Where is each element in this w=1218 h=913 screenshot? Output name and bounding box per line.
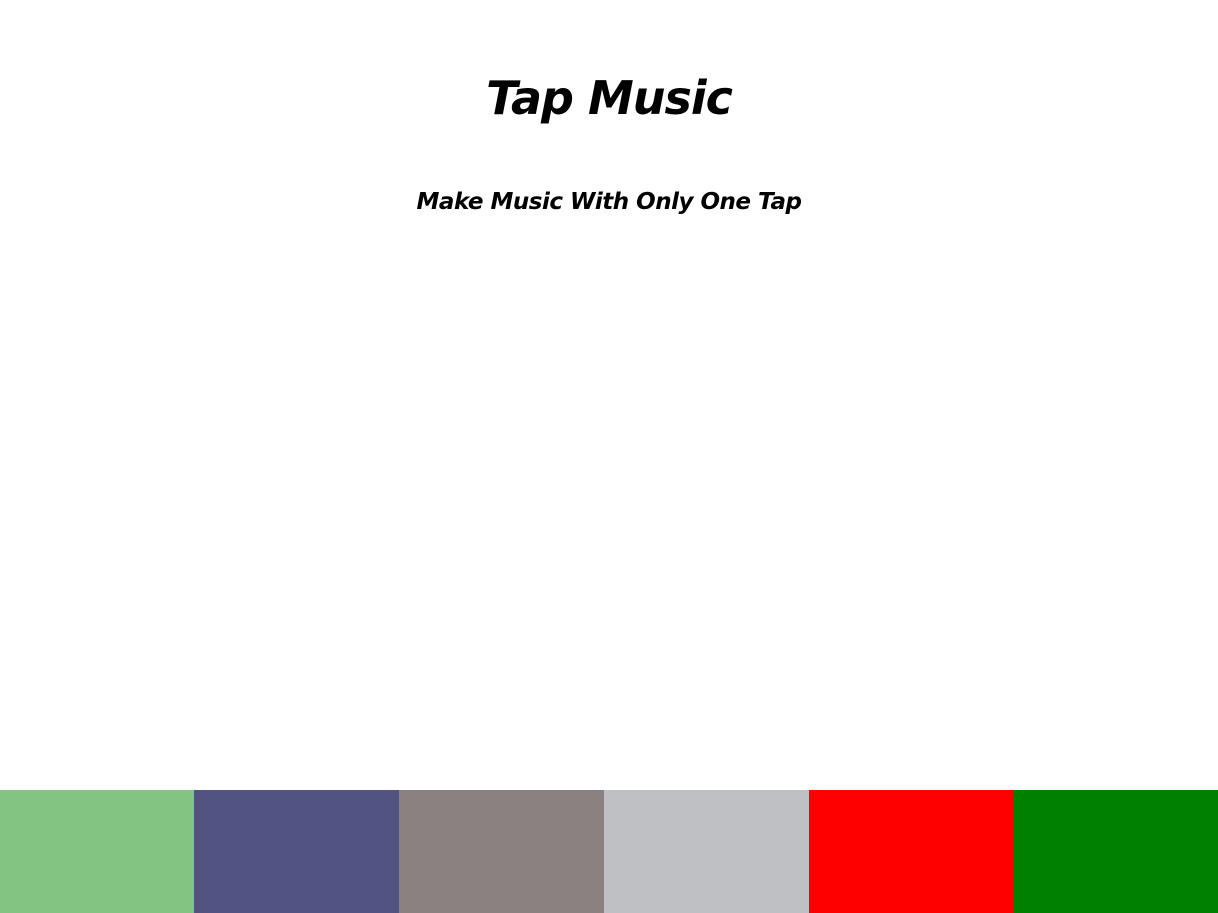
sound-pads — [0, 790, 1218, 913]
sound-pad-6[interactable] — [1014, 790, 1218, 913]
sound-pad-5[interactable] — [809, 790, 1014, 913]
sound-pad-2[interactable] — [194, 790, 399, 913]
page-title: Tap Music — [486, 71, 733, 125]
sound-pad-1[interactable] — [0, 790, 194, 913]
sound-pad-3[interactable] — [399, 790, 604, 913]
sound-pad-4[interactable] — [604, 790, 809, 913]
page-subtitle: Make Music With Only One Tap — [416, 189, 802, 215]
